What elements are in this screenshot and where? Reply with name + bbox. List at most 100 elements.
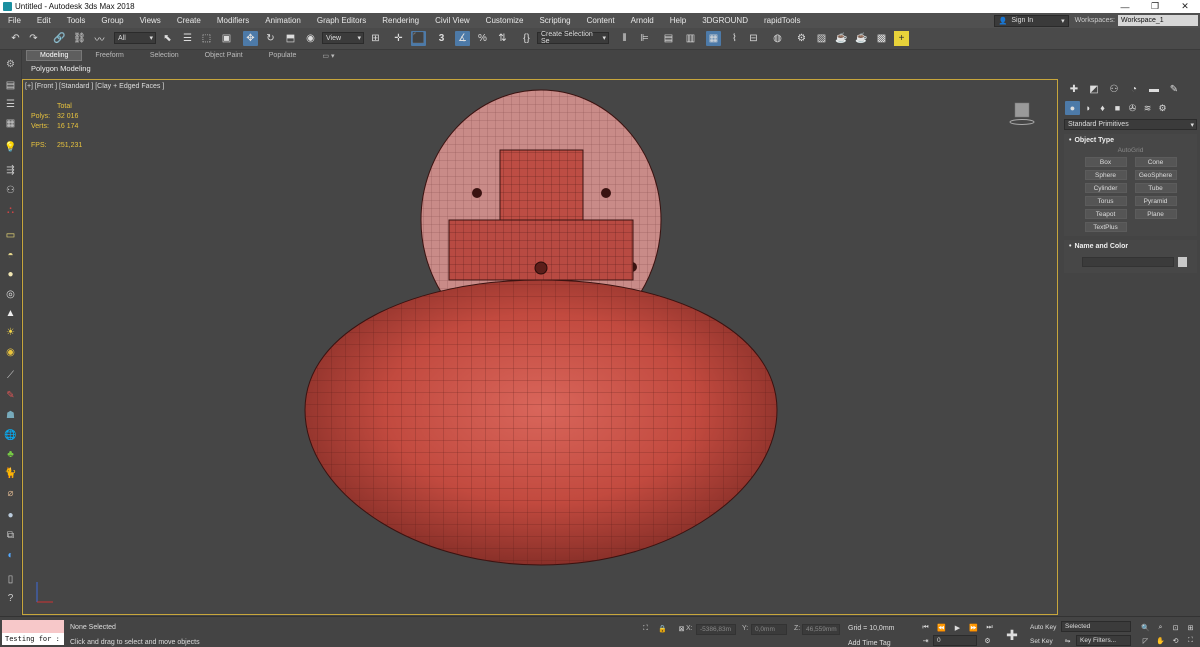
spring-icon[interactable]: ⌀	[3, 486, 18, 500]
go-to-start-icon[interactable]: ⏮	[920, 622, 931, 633]
maximize-viewport-icon[interactable]: ⛶	[1185, 635, 1196, 646]
textplus-button[interactable]: TextPlus	[1084, 222, 1127, 232]
menu-tools[interactable]: Tools	[59, 16, 94, 25]
teapot-button[interactable]: Teapot	[1084, 209, 1127, 219]
list-icon[interactable]: ☰	[3, 97, 18, 111]
lock-selection-icon[interactable]: 🔒	[657, 623, 668, 634]
menu-scripting[interactable]: Scripting	[531, 16, 578, 25]
keyboard-shortcut-icon[interactable]: ⬛	[411, 31, 426, 46]
ribbon-options-icon[interactable]: ▭ ▾	[309, 50, 347, 61]
current-frame-field[interactable]: 0	[933, 635, 977, 646]
menu-create[interactable]: Create	[169, 16, 209, 25]
menu-3dground[interactable]: 3DGROUND	[694, 16, 756, 25]
bones-icon[interactable]: ⚇	[3, 183, 18, 197]
zoom-icon[interactable]: 🔍	[1140, 622, 1151, 633]
menu-help[interactable]: Help	[662, 16, 694, 25]
motion-tab-icon[interactable]: ◔	[1124, 81, 1144, 97]
tube-button[interactable]: Tube	[1134, 183, 1177, 193]
create-tab-icon[interactable]: ✚	[1064, 81, 1084, 97]
go-to-end-icon[interactable]: ⏭	[984, 622, 995, 633]
zoom-extents-icon[interactable]: ⊡	[1170, 622, 1181, 633]
box-icon[interactable]: ▭	[3, 228, 18, 242]
cone-icon[interactable]: ▲	[3, 306, 18, 320]
hierarchy-icon[interactable]: ⛬	[3, 203, 18, 217]
previous-frame-icon[interactable]: ⏪	[936, 622, 947, 633]
systems-icon[interactable]: ⚙	[1155, 101, 1170, 115]
menu-group[interactable]: Group	[93, 16, 131, 25]
hierarchy-tab-icon[interactable]: ⚇	[1104, 81, 1124, 97]
window-crossing-icon[interactable]: ▣	[219, 31, 234, 46]
named-selection-set-select[interactable]: Create Selection Se ▾	[537, 31, 609, 45]
render-iterative-icon[interactable]: ▩	[874, 31, 889, 46]
menu-rapidtools[interactable]: rapidTools	[756, 16, 808, 25]
object-name-field[interactable]	[1082, 257, 1174, 267]
tab-object-paint[interactable]: Object Paint	[192, 50, 256, 61]
plane-button[interactable]: Plane	[1134, 209, 1177, 219]
rect-select-icon[interactable]: ⬚	[199, 31, 214, 46]
sphere-button[interactable]: Sphere	[1084, 170, 1127, 180]
y-coordinate-field[interactable]: 0,0mm	[751, 624, 787, 635]
geometry-icon[interactable]: ●	[1065, 101, 1080, 115]
mobile-icon[interactable]: ▯	[3, 572, 18, 586]
menu-modifiers[interactable]: Modifiers	[209, 16, 257, 25]
scene-explorer-icon[interactable]: ▥	[683, 31, 698, 46]
torus-button[interactable]: Torus	[1084, 196, 1127, 206]
menu-rendering[interactable]: Rendering	[374, 16, 427, 25]
maxscript-listener[interactable]: Testing for :	[2, 620, 64, 646]
field-of-view-icon[interactable]: ◸	[1140, 635, 1151, 646]
torus-icon[interactable]: ◎	[3, 287, 18, 301]
rotate-icon[interactable]: ↻	[263, 31, 278, 46]
menu-civil-view[interactable]: Civil View	[427, 16, 478, 25]
unlink-icon[interactable]: ⛓	[72, 31, 87, 46]
auto-key-button[interactable]: Auto Key	[1030, 622, 1056, 633]
play-icon[interactable]: ▶	[952, 622, 963, 633]
manipulate-icon[interactable]: ✛	[391, 31, 406, 46]
select-by-name-icon[interactable]: ☰	[180, 31, 195, 46]
menu-arnold[interactable]: Arnold	[623, 16, 662, 25]
modify-tab-icon[interactable]: ◩	[1084, 81, 1104, 97]
tree-icon[interactable]: ♣	[3, 447, 18, 461]
mirror-icon[interactable]: ⫴	[617, 31, 632, 46]
menu-content[interactable]: Content	[579, 16, 623, 25]
isolate-icon[interactable]: ⛶	[640, 623, 651, 634]
schematic-view-icon[interactable]: ⊟	[746, 31, 761, 46]
character-icon[interactable]: ☗	[3, 408, 18, 422]
ref-coord-select[interactable]: View ▾	[322, 32, 364, 44]
add-time-tag[interactable]: Add Time Tag	[848, 640, 891, 647]
z-coordinate-field[interactable]: 46,559mm	[802, 624, 840, 635]
object-color-swatch[interactable]	[1178, 257, 1187, 267]
name-color-header[interactable]: • Name and Color	[1064, 240, 1197, 253]
light-bulb-icon[interactable]: 💡	[3, 140, 18, 154]
paint-icon[interactable]: ✎	[3, 388, 18, 402]
helpers-icon[interactable]: ✇	[1125, 101, 1140, 115]
maxscript-input[interactable]: Testing for :	[2, 633, 64, 645]
placement-icon[interactable]: ◉	[303, 31, 318, 46]
tab-populate[interactable]: Populate	[256, 50, 310, 61]
customize-icon[interactable]: ⚙	[3, 57, 18, 71]
modifier-stack-icon[interactable]: ⧉	[3, 528, 18, 542]
material-ball-icon[interactable]: ●	[3, 508, 18, 522]
autogrid-checkbox[interactable]: AutoGrid	[1064, 147, 1197, 157]
link-icon[interactable]: 🔗	[52, 31, 67, 46]
next-frame-icon[interactable]: ⏩	[968, 622, 979, 633]
sign-in-button[interactable]: 👤 Sign In ▾	[993, 14, 1069, 27]
ruler-icon[interactable]: ⟋	[3, 368, 18, 382]
display-tab-icon[interactable]: ▬	[1144, 81, 1164, 97]
render-production-icon[interactable]: ☕	[854, 31, 869, 46]
cat-icon[interactable]: 🐈	[3, 466, 18, 480]
bind-space-warp-icon[interactable]: 〰	[92, 31, 107, 46]
key-filters-icon[interactable]: ⇋	[1062, 635, 1073, 646]
toggle-ribbon-icon[interactable]: ▦	[706, 31, 721, 46]
key-mode-icon[interactable]: ⇥	[920, 635, 931, 646]
key-selection-select[interactable]: Selected	[1061, 621, 1131, 632]
selection-filter-select[interactable]: All ▾	[114, 32, 156, 44]
material-editor-icon[interactable]: ◍	[770, 31, 785, 46]
menu-edit[interactable]: Edit	[29, 16, 59, 25]
hemisphere-icon[interactable]: ◓	[3, 248, 18, 262]
menu-views[interactable]: Views	[132, 16, 169, 25]
percent-snap-icon[interactable]: %	[475, 31, 490, 46]
shapes-icon[interactable]: ◑	[1080, 101, 1095, 115]
edit-named-sets-icon[interactable]: {}	[519, 31, 534, 46]
zoom-all-icon[interactable]: ⌕	[1155, 622, 1166, 633]
restore-button[interactable]: ❐	[1140, 1, 1170, 12]
